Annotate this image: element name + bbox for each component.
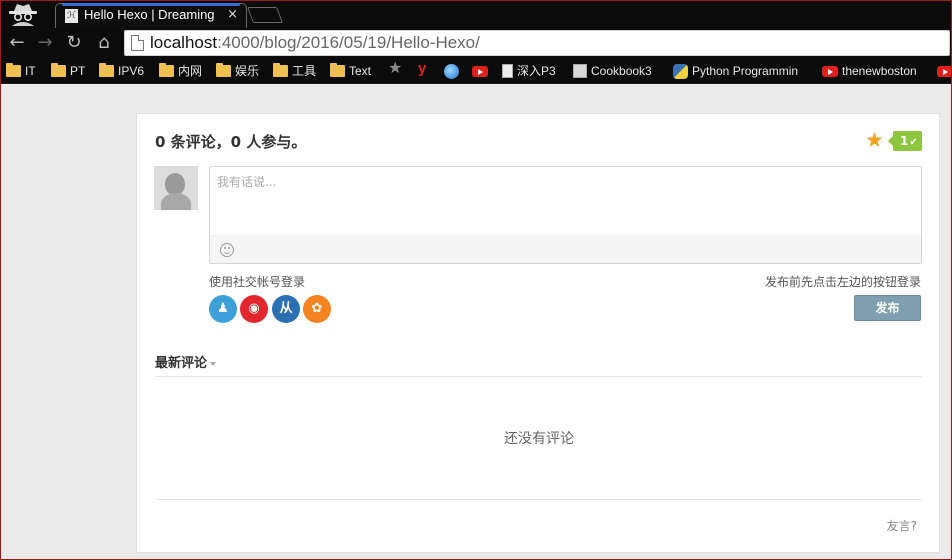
python-icon (673, 64, 688, 79)
bookmark-entertainment[interactable]: 娱乐 (216, 63, 259, 79)
latest-comments-label: 最新评论 (155, 356, 208, 371)
folder-icon (216, 63, 231, 77)
emoji-icon[interactable] (220, 243, 234, 257)
tab-close-icon[interactable]: × (227, 7, 238, 22)
like-count: 1 (900, 134, 909, 148)
folder-icon (273, 63, 288, 77)
page-content: 0 条评论，0 人参与。 ★ 1✔ 使用社交帐号登录 ♟ ◉ 从 ✿ 发布前先点… (0, 85, 952, 560)
qq-login-icon[interactable]: ♟ (209, 295, 237, 323)
youyan-link[interactable]: 友言? (887, 517, 917, 534)
page-info-icon[interactable] (131, 35, 144, 51)
youtube-icon (937, 66, 951, 77)
youtube-icon (822, 66, 838, 77)
book-icon (573, 64, 587, 78)
avatar (154, 166, 198, 210)
url-host: localhost (150, 33, 218, 52)
bookmark-label: PT (70, 64, 86, 78)
bookmark-p3[interactable]: 深入P3 (502, 63, 556, 79)
address-bar[interactable]: localhost:4000/blog/2016/05/19/Hello-Hex… (124, 30, 950, 56)
bookmark-thenewboston[interactable]: thenewboston (822, 63, 917, 79)
y-bookmark-icon[interactable]: y (418, 61, 426, 77)
globe-icon (444, 64, 459, 79)
star-bookmark-icon[interactable]: ★ (388, 61, 402, 77)
globe-bookmark[interactable] (444, 63, 463, 79)
comment-box: 0 条评论，0 人参与。 ★ 1✔ 使用社交帐号登录 ♟ ◉ 从 ✿ 发布前先点… (136, 113, 940, 553)
divider (155, 376, 922, 377)
bookmark-label: 深入P3 (517, 64, 556, 78)
bookmark-python[interactable]: Python Programmin (673, 63, 808, 79)
tab-title: Hello Hexo | Dreaming (84, 7, 215, 22)
bookmark-label: Cookbook3 (591, 64, 652, 78)
incognito-icon (9, 4, 37, 26)
bookmark-label: 娱乐 (235, 64, 260, 78)
folder-icon (99, 63, 114, 77)
folder-icon (159, 63, 174, 77)
bookmark-ipv6[interactable]: IPV6 (99, 63, 144, 79)
bookmark-label: thenewboston (842, 64, 917, 78)
folder-icon (330, 63, 345, 77)
renren-login-icon[interactable]: 从 (272, 295, 300, 323)
bookmark-label: IPV6 (118, 64, 145, 78)
folder-icon (6, 63, 21, 77)
comment-input[interactable] (210, 167, 921, 235)
like-badge[interactable]: 1✔ (888, 131, 922, 151)
tab-accent (62, 3, 240, 6)
browser-toolbar: ← → ↻ ⌂ localhost:4000/blog/2016/05/19/H… (0, 28, 952, 58)
divider (155, 499, 922, 500)
folder-icon (51, 63, 66, 77)
home-button[interactable]: ⌂ (93, 32, 115, 54)
bookmark-cookbook[interactable]: Cookbook3 (573, 63, 652, 79)
youtube-icon (472, 66, 488, 77)
page-favicon-icon: ℋ (65, 9, 78, 23)
bookmark-intranet[interactable]: 内网 (159, 63, 202, 79)
weibo-login-icon[interactable]: ◉ (240, 295, 268, 323)
login-hint: 发布前先点击左边的按钮登录 (764, 275, 921, 289)
favorite-star-icon[interactable]: ★ (865, 128, 884, 152)
forward-button[interactable]: → (34, 32, 56, 54)
youtube-bookmark[interactable] (472, 63, 492, 79)
social-login-label: 使用社交帐号登录 (209, 275, 306, 289)
avatar-head (165, 173, 185, 195)
publish-button[interactable]: 发布 (854, 295, 921, 321)
caret-down-icon (210, 361, 217, 366)
bookmark-tools[interactable]: 工具 (273, 63, 316, 79)
tab-active[interactable]: ℋ Hello Hexo | Dreaming × (55, 3, 247, 28)
url-path: :4000/blog/2016/05/19/Hello-Hexo/ (217, 33, 480, 52)
comment-editor (209, 166, 922, 264)
youtube-bookmark-overflow[interactable] (937, 63, 951, 79)
check-icon: ✔ (909, 137, 918, 148)
url-text[interactable]: localhost:4000/blog/2016/05/19/Hello-Hex… (150, 33, 480, 53)
bookmarks-bar: IT PT IPV6 内网 娱乐 工具 Text ★ y 深入P3 Cookbo… (0, 58, 952, 84)
reload-button[interactable]: ↻ (63, 32, 85, 54)
empty-comments-text: 还没有评论 (504, 431, 574, 447)
tab-strip: ℋ Hello Hexo | Dreaming × (0, 0, 952, 28)
document-icon (502, 64, 513, 78)
back-button[interactable]: ← (6, 32, 28, 54)
bookmark-label: Python Programmin (692, 64, 799, 78)
comment-count-title: 0 条评论，0 人参与。 (155, 133, 307, 151)
bookmark-label: Text (349, 64, 372, 78)
avatar-body (161, 193, 191, 210)
bookmark-label: 工具 (292, 64, 317, 78)
editor-toolbar (210, 235, 921, 263)
douban-login-icon[interactable]: ✿ (303, 295, 331, 323)
bookmark-it[interactable]: IT (6, 63, 36, 79)
new-tab-button[interactable] (247, 7, 283, 23)
bookmark-label: IT (25, 64, 36, 78)
bookmark-text[interactable]: Text (330, 63, 371, 79)
bookmark-pt[interactable]: PT (51, 63, 85, 79)
latest-comments-dropdown[interactable]: 最新评论 (155, 352, 217, 371)
bookmark-label: 内网 (178, 64, 203, 78)
